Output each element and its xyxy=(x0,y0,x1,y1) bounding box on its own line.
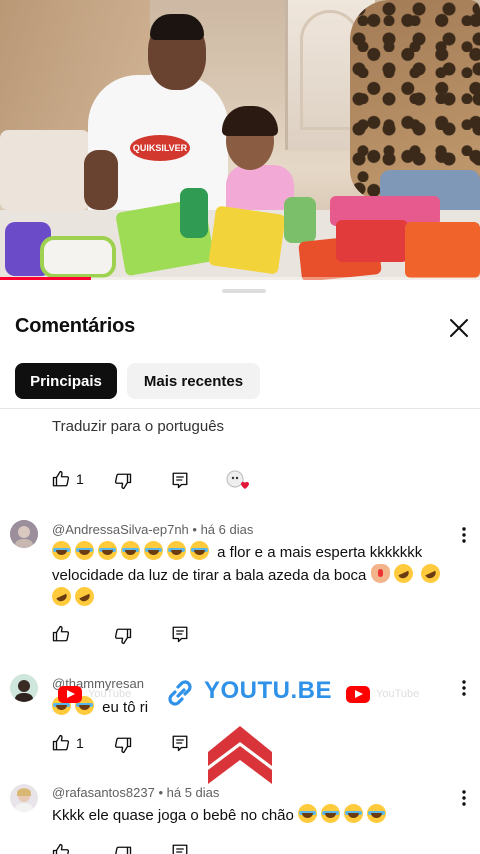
reply-button[interactable] xyxy=(171,734,189,752)
like-count: 1 xyxy=(76,735,84,751)
separator: • xyxy=(192,522,201,537)
comment-meta: @AndressaSilva-ep7nh • há 6 dias xyxy=(52,522,253,537)
like-button[interactable]: 1 xyxy=(52,470,84,488)
watermark-ghost-label: YouTube xyxy=(376,688,420,700)
video-candy-bag xyxy=(336,220,408,262)
video-candy-bag xyxy=(405,222,480,278)
laughing-tears-emoji xyxy=(52,541,71,560)
dislike-button[interactable] xyxy=(114,472,132,490)
avatar[interactable] xyxy=(10,784,38,812)
rofl-emoji xyxy=(390,560,416,587)
video-person-girl-hair xyxy=(222,106,278,136)
laughing-tears-emoji xyxy=(367,804,387,823)
comment-text-content: eu tô ri xyxy=(102,699,149,716)
translate-link[interactable]: Traduzir para o português xyxy=(52,418,224,435)
video-candy-can xyxy=(284,197,316,243)
reply-button[interactable] xyxy=(171,471,189,489)
reply-icon xyxy=(171,471,189,489)
link-icon xyxy=(164,678,196,708)
thumbs-up-icon xyxy=(52,470,70,488)
chip-mais-recentes[interactable]: Mais recentes xyxy=(127,363,260,399)
comment-meta: @rafasantos8237 • há 5 dias xyxy=(52,785,219,800)
youtube-logo-icon xyxy=(346,686,370,703)
rofl-emoji xyxy=(48,583,75,610)
comment-menu-button[interactable] xyxy=(456,788,472,808)
comment-menu-button[interactable] xyxy=(456,525,472,545)
rofl-emoji xyxy=(417,560,443,587)
watermark-ghost-label: YouTube xyxy=(88,688,132,700)
reply-icon xyxy=(171,625,189,643)
more-vertical-icon xyxy=(456,525,472,545)
laughing-tears-emoji xyxy=(298,804,318,823)
chevron-up-logo-icon xyxy=(206,722,274,786)
more-vertical-icon xyxy=(456,678,472,698)
reply-button[interactable] xyxy=(171,625,189,643)
video-candy-tub xyxy=(40,236,116,278)
video-player[interactable]: QUIKSILVER xyxy=(0,0,480,280)
comment-time: há 5 dias xyxy=(166,785,220,800)
avatar[interactable] xyxy=(10,674,38,702)
reply-button[interactable] xyxy=(171,843,189,854)
laughing-tears-emoji xyxy=(167,541,186,560)
comment-text: a flor e a mais esperta kkkkkkk velocida… xyxy=(48,541,452,610)
creator-heart xyxy=(226,470,250,492)
drag-handle[interactable] xyxy=(222,289,266,293)
youtube-logo-icon xyxy=(58,686,82,703)
thumbs-down-icon xyxy=(114,627,132,645)
reply-icon xyxy=(171,843,189,854)
reply-icon xyxy=(171,734,189,752)
thumbs-up-icon xyxy=(52,843,70,854)
like-button[interactable] xyxy=(52,625,70,643)
video-background-sofa xyxy=(0,130,90,210)
thumbs-down-icon xyxy=(114,845,132,854)
comment-text-content: Kkkk ele quase joga o bebê no chão xyxy=(52,807,294,824)
like-button[interactable]: 1 xyxy=(52,734,84,752)
sheet-title: Comentários xyxy=(15,315,136,337)
comment-author[interactable]: @rafasantos8237 xyxy=(52,785,155,800)
dislike-button[interactable] xyxy=(114,627,132,645)
chip-principais[interactable]: Principais xyxy=(15,363,117,399)
thumbs-up-icon xyxy=(52,625,70,643)
watermark-text: YOUTU.BE xyxy=(204,677,333,704)
dislike-button[interactable] xyxy=(114,845,132,854)
laughing-tears-emoji xyxy=(98,541,117,560)
video-person-arm xyxy=(84,150,118,210)
divider xyxy=(0,408,480,409)
heart-hands-emoji xyxy=(370,564,390,583)
laughing-tears-emoji xyxy=(190,541,209,560)
dislike-button[interactable] xyxy=(114,736,132,754)
comment-text: Kkkk ele quase joga o bebê no chão xyxy=(52,804,452,827)
thumbs-up-icon xyxy=(52,734,70,752)
more-vertical-icon xyxy=(456,788,472,808)
rofl-emoji xyxy=(71,583,98,610)
laughing-tears-emoji xyxy=(75,541,94,560)
like-button[interactable] xyxy=(52,843,70,854)
laughing-tears-emoji xyxy=(144,541,163,560)
comment-menu-button[interactable] xyxy=(456,678,472,698)
like-count: 1 xyxy=(76,471,84,487)
laughing-tears-emoji xyxy=(344,804,364,823)
thumbs-down-icon xyxy=(114,736,132,754)
video-candy-can xyxy=(180,188,208,238)
thumbs-down-icon xyxy=(114,472,132,490)
video-person-hair xyxy=(150,14,204,40)
video-candy-bag xyxy=(208,205,286,275)
creator-heart-icon xyxy=(226,470,250,492)
avatar[interactable] xyxy=(10,520,38,548)
close-icon xyxy=(446,315,472,341)
laughing-tears-emoji xyxy=(321,804,341,823)
comment-time: há 6 dias xyxy=(200,522,254,537)
video-shirt-logo: QUIKSILVER xyxy=(130,135,190,161)
separator: • xyxy=(158,785,167,800)
close-button[interactable] xyxy=(446,315,472,341)
laughing-tears-emoji xyxy=(121,541,140,560)
comment-author[interactable]: @AndressaSilva-ep7nh xyxy=(52,522,189,537)
